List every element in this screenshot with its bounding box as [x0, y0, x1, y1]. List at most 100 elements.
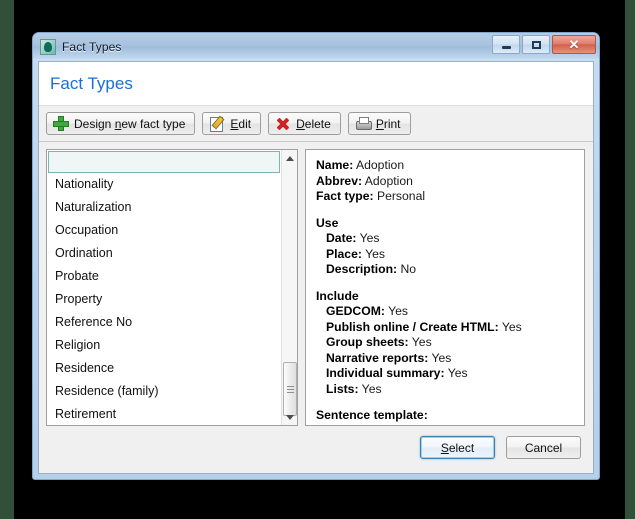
detail-row-value: Yes	[444, 366, 468, 380]
detail-row: Abbrev: Adoption	[316, 174, 574, 190]
detail-spacer	[316, 205, 574, 216]
detail-row-label: Abbrev:	[316, 173, 363, 188]
detail-row-value: Adoption	[362, 173, 413, 188]
detail-row-value: Yes	[384, 304, 408, 318]
dialog-client-area: Fact Types Design new fact type Edit Del…	[38, 61, 594, 474]
toolbar: Design new fact type Edit Delete Print	[39, 106, 593, 142]
maximize-button[interactable]	[522, 35, 550, 54]
close-icon: ✕	[568, 37, 580, 52]
list-item[interactable]: Occupation	[47, 219, 281, 242]
detail-row: Use	[316, 216, 574, 232]
detail-row-value: Yes	[408, 335, 432, 349]
detail-row-value: Personal	[373, 189, 426, 203]
detail-row-label: Individual summary:	[326, 366, 445, 380]
detail-row: Description: No	[316, 262, 574, 278]
minimize-icon	[501, 46, 511, 49]
detail-row-label: Fact type:	[316, 189, 374, 203]
detail-row: Fact type: Personal	[316, 189, 574, 205]
dialog-footer: Select Cancel	[39, 426, 593, 473]
list-item[interactable]: Nationality	[47, 173, 281, 196]
desktop-right-strip	[625, 0, 635, 519]
detail-row-label: GEDCOM:	[326, 304, 385, 318]
minimize-button[interactable]	[492, 35, 520, 54]
list-item[interactable]: Residence (family)	[47, 380, 281, 403]
detail-row: Individual summary: Yes	[316, 366, 574, 382]
print-label: Print	[375, 116, 401, 131]
pencil-icon	[209, 116, 225, 132]
chevron-down-icon	[286, 414, 294, 420]
delete-button[interactable]: Delete	[268, 112, 341, 135]
scrollbar-grip-icon	[286, 384, 294, 395]
page-title: Fact Types	[50, 74, 133, 93]
detail-row-value: Yes	[356, 231, 380, 245]
list-item[interactable]: Reference No	[47, 311, 281, 334]
detail-row-value: No	[397, 262, 417, 276]
detail-row-label: Group sheets:	[326, 335, 409, 349]
detail-row-value: Yes	[361, 246, 385, 261]
print-button[interactable]: Print	[347, 112, 411, 135]
detail-row-label: Date:	[326, 231, 357, 245]
list-item[interactable]: Naturalization	[47, 196, 281, 219]
edit-button[interactable]: Edit	[202, 112, 262, 135]
detail-row-label: Lists:	[326, 381, 359, 396]
desktop-left-strip	[0, 0, 14, 519]
list-item[interactable]: Residence	[47, 357, 281, 380]
detail-row-label: Publish online / Create HTML:	[326, 319, 499, 334]
window-title: Fact Types	[62, 39, 122, 54]
chevron-up-icon	[286, 155, 294, 161]
detail-row: Sentence template:	[316, 408, 574, 424]
detail-row: Name: Adoption	[316, 158, 574, 174]
list-item[interactable]: Property	[47, 288, 281, 311]
detail-row-label: Narrative reports:	[326, 350, 429, 365]
cancel-label: Cancel	[524, 440, 563, 455]
detail-row-value: Yes	[428, 350, 452, 365]
list-item[interactable]	[48, 151, 280, 173]
detail-row: Place: Yes	[316, 247, 574, 263]
red-x-icon	[275, 116, 291, 131]
select-button[interactable]: Select	[420, 436, 495, 459]
detail-row-value: Yes	[498, 319, 522, 334]
screen: Fact Types ✕ Fact Types Design new fact …	[0, 0, 635, 519]
delete-label: Delete	[296, 116, 331, 131]
fact-types-list-items[interactable]: Nationality Naturalization Occupation Ordin…	[47, 150, 281, 425]
list-item[interactable]: Retirement	[47, 403, 281, 425]
list-item[interactable]: Ordination	[47, 242, 281, 265]
plus-icon	[53, 116, 69, 131]
maximize-icon	[531, 40, 541, 49]
detail-spacer	[316, 397, 574, 408]
title-bar[interactable]: Fact Types ✕	[33, 33, 599, 60]
list-scrollbar[interactable]	[281, 150, 297, 425]
fact-types-dialog: Fact Types ✕ Fact Types Design new fact …	[32, 32, 600, 480]
design-new-fact-type-button[interactable]: Design new fact type	[46, 112, 196, 135]
detail-row-label: Place:	[326, 246, 362, 261]
detail-row: Include	[316, 289, 574, 305]
header-band: Fact Types	[39, 62, 593, 106]
close-button[interactable]: ✕	[552, 35, 596, 54]
detail-row-value: Yes	[358, 381, 382, 396]
detail-row: Lists: Yes	[316, 382, 574, 398]
list-item[interactable]: Religion	[47, 334, 281, 357]
detail-row-label: Description:	[326, 262, 398, 276]
body-area: Nationality Naturalization Occupation Ordin…	[39, 142, 593, 426]
detail-spacer	[316, 278, 574, 289]
detail-row: Date: Yes	[316, 231, 574, 247]
detail-row: Publish online / Create HTML: Yes	[316, 320, 574, 336]
scrollbar-thumb[interactable]	[283, 362, 297, 416]
detail-row-value: Adoption	[353, 158, 405, 172]
fact-type-detail-panel: Name: Adoption Abbrev: Adoption Fact type:…	[305, 149, 585, 426]
cancel-button[interactable]: Cancel	[506, 436, 581, 459]
edit-label: Edit	[230, 116, 252, 131]
detail-row-label: Use	[316, 215, 339, 230]
detail-row-label: Sentence template:	[316, 408, 428, 422]
detail-row: GEDCOM: Yes	[316, 304, 574, 320]
scroll-up-button[interactable]	[282, 150, 297, 166]
fact-types-list[interactable]: Nationality Naturalization Occupation Ordin…	[46, 149, 298, 426]
scroll-down-button[interactable]	[282, 409, 297, 425]
list-item[interactable]: Probate	[47, 265, 281, 288]
printer-icon	[355, 116, 372, 131]
design-new-fact-type-label: Design new fact type	[74, 116, 186, 131]
detail-row-label: Name:	[316, 158, 354, 172]
detail-row: Group sheets: Yes	[316, 335, 574, 351]
window-controls: ✕	[492, 35, 596, 54]
select-label: Select	[440, 440, 475, 455]
